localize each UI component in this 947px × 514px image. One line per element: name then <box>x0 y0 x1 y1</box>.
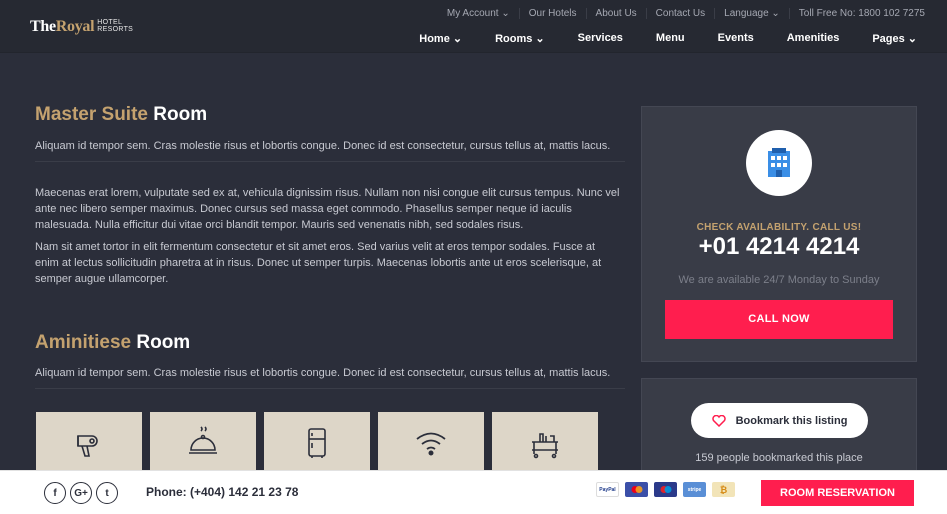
sticky-footer-bar: f G+ t Phone: (+404) 142 21 23 78 PayPal… <box>0 470 947 514</box>
nav-home[interactable]: Home ⌄ <box>419 32 462 45</box>
wifi-icon <box>416 432 446 456</box>
amenities-list <box>36 412 598 474</box>
bitcoin-icon: ₿ <box>712 482 735 497</box>
logo-sub-resorts: RESORTS <box>97 26 134 33</box>
check-availability-label: CHECK AVAILABILITY. CALL US! <box>696 222 862 233</box>
bookmark-button[interactable]: Bookmark this listing <box>691 403 868 438</box>
topbar-toll-free: Toll Free No: 1800 102 7275 <box>798 8 925 19</box>
topbar-language[interactable]: Language ⌄ <box>715 8 790 19</box>
main-nav: Home ⌄ Rooms ⌄ Services Menu Events Amen… <box>419 32 917 45</box>
master-paragraph-1: Maecenas erat lorem, vulputate sed ex at… <box>35 187 620 231</box>
room-reservation-button[interactable]: ROOM RESERVATION <box>761 480 914 506</box>
topbar-contact-us[interactable]: Contact Us <box>647 8 716 19</box>
logo-the: The <box>30 18 56 35</box>
amenities-divider <box>35 388 625 389</box>
amenities-title: Aminitiese Room <box>35 332 190 354</box>
booking-phone[interactable]: +01 4214 4214 <box>642 233 916 261</box>
topbar-our-hotels[interactable]: Our Hotels <box>520 8 587 19</box>
amenity-card-wifi <box>378 412 484 474</box>
amenity-card-room-service <box>150 412 256 474</box>
bookmark-label: Bookmark this listing <box>735 414 848 427</box>
topbar-about-us[interactable]: About Us <box>587 8 647 19</box>
facebook-icon[interactable]: f <box>44 482 66 504</box>
master-title-white: Room <box>153 104 208 125</box>
nav-menu[interactable]: Menu <box>656 32 685 45</box>
mastercard-icon <box>625 482 648 497</box>
master-divider <box>35 161 625 162</box>
maestro-icon <box>654 482 677 497</box>
bookmark-panel: Bookmark this listing 159 people bookmar… <box>641 378 917 478</box>
topbar-my-account[interactable]: My Account ⌄ <box>438 8 520 19</box>
bookmark-count: 159 people bookmarked this place <box>695 452 863 464</box>
master-suite-title: Master Suite Room <box>35 104 207 126</box>
availability-panel: CHECK AVAILABILITY. CALL US! +01 4214 42… <box>641 106 917 362</box>
social-links: f G+ t <box>44 482 118 504</box>
hotel-icon-circle <box>746 130 812 196</box>
logo-sub-hotel: HOTEL <box>97 19 123 26</box>
amenity-card-hair-dryer <box>36 412 142 474</box>
nav-services[interactable]: Services <box>578 32 623 45</box>
amenities-title-gold: Aminitiese <box>35 332 132 353</box>
amenity-card-trolley <box>492 412 598 474</box>
stripe-icon: stripe <box>683 482 706 497</box>
nav-rooms[interactable]: Rooms ⌄ <box>495 32 545 45</box>
payment-methods: PayPal stripe ₿ <box>596 482 735 497</box>
site-header: The Royal HOTEL RESORTS My Account ⌄ Our… <box>0 0 947 53</box>
master-title-gold: Master Suite <box>35 104 148 125</box>
nav-amenities[interactable]: Amenities <box>787 32 840 45</box>
top-bar: My Account ⌄ Our Hotels About Us Contact… <box>438 8 925 19</box>
logo-subtitle: HOTEL RESORTS <box>97 19 133 33</box>
footer-phone: Phone: (+404) 142 21 23 78 <box>146 485 299 499</box>
paypal-icon: PayPal <box>596 482 619 497</box>
brand-logo[interactable]: The Royal HOTEL RESORTS <box>30 18 133 36</box>
hotel-building-icon <box>768 148 790 177</box>
room-service-icon <box>189 426 217 454</box>
availability-note: We are available 24/7 Monday to Sunday <box>678 274 880 286</box>
master-paragraph-2: Nam sit amet tortor in elit fermentum co… <box>35 241 602 285</box>
amenities-title-white: Room <box>136 332 191 353</box>
heart-icon <box>711 414 726 427</box>
logo-royal: Royal <box>55 18 95 35</box>
amenities-lead: Aliquam id tempor sem. Cras molestie ris… <box>35 367 611 379</box>
nav-events[interactable]: Events <box>718 32 754 45</box>
nav-pages[interactable]: Pages ⌄ <box>872 32 917 45</box>
twitter-icon[interactable]: t <box>96 482 118 504</box>
google-plus-icon[interactable]: G+ <box>70 482 92 504</box>
fridge-icon <box>308 428 326 458</box>
amenity-card-fridge <box>264 412 370 474</box>
hair-dryer-icon <box>77 435 98 457</box>
master-lead: Aliquam id tempor sem. Cras molestie ris… <box>35 140 611 152</box>
trolley-icon <box>532 433 558 459</box>
call-now-button[interactable]: CALL NOW <box>665 300 893 339</box>
